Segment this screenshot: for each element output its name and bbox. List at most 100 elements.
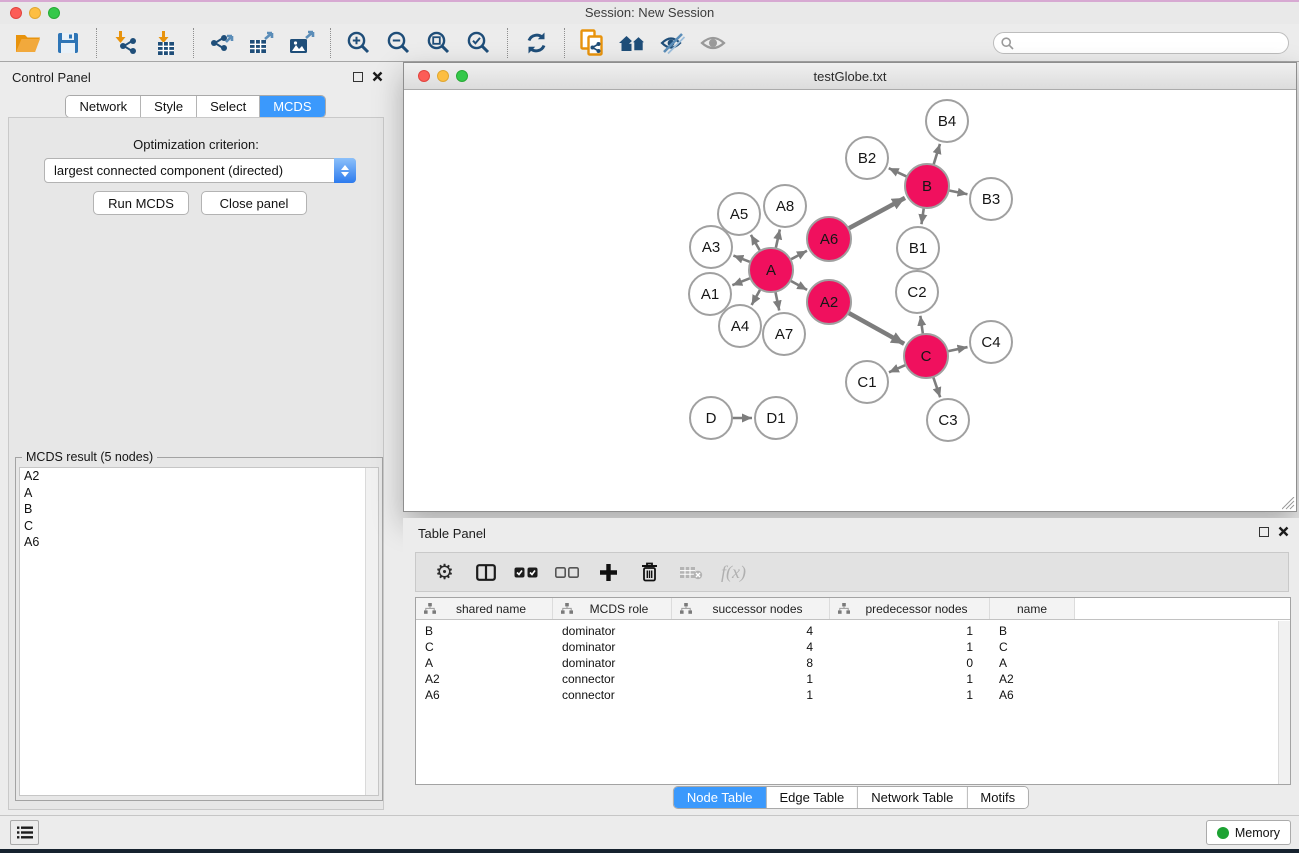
graph-edge-C-C1[interactable]: [889, 364, 908, 372]
graph-node-C4[interactable]: C4: [970, 321, 1012, 363]
graph-edge-B-B2[interactable]: [889, 168, 909, 177]
tab-select[interactable]: Select: [197, 96, 260, 117]
create-new-column-icon[interactable]: [590, 556, 627, 588]
save-session-icon[interactable]: [48, 27, 88, 59]
graph-edge-A2-C[interactable]: [846, 312, 904, 344]
show-graphics-details-icon[interactable]: [693, 27, 733, 59]
tab-node-table[interactable]: Node Table: [674, 787, 767, 808]
table-row[interactable]: Adominator80A: [416, 655, 1290, 671]
graph-node-C2[interactable]: C2: [896, 271, 938, 313]
tab-motifs[interactable]: Motifs: [967, 787, 1028, 808]
export-table-icon[interactable]: [242, 27, 282, 59]
graph-node-A1[interactable]: A1: [689, 273, 731, 315]
network-window-titlebar[interactable]: testGlobe.txt: [404, 63, 1296, 90]
graph-edge-A-A8[interactable]: [775, 229, 780, 250]
graph-edge-A-A5[interactable]: [751, 235, 761, 253]
mcds-result-list[interactable]: A2ABCA6: [19, 467, 379, 796]
optimization-criterion-select[interactable]: largest connected component (directed): [44, 158, 356, 183]
graph-edge-A-A2[interactable]: [789, 280, 808, 290]
float-table-panel-icon[interactable]: [1259, 527, 1269, 537]
graph-edge-A-A4[interactable]: [752, 287, 762, 305]
graph-edge-A-A6[interactable]: [789, 251, 807, 261]
graph-edge-A6-B[interactable]: [847, 198, 905, 230]
graph-edge-A-A3[interactable]: [733, 256, 752, 263]
window-resize-grip[interactable]: [1282, 497, 1295, 510]
graph-edge-C-C3[interactable]: [933, 375, 941, 397]
table-settings-gear-icon[interactable]: ⚙: [426, 556, 463, 588]
tab-edge-table[interactable]: Edge Table: [766, 787, 858, 808]
list-item[interactable]: C: [20, 518, 378, 535]
graph-node-C[interactable]: C: [904, 334, 948, 378]
close-table-panel-icon[interactable]: [1278, 526, 1289, 537]
main-titlebar[interactable]: Session: New Session: [0, 2, 1299, 24]
unselect-all-columns-icon[interactable]: [549, 556, 586, 588]
graph-edge-B-B4[interactable]: [933, 144, 940, 167]
graph-node-A7[interactable]: A7: [763, 313, 805, 355]
table-row[interactable]: Cdominator41C: [416, 639, 1290, 655]
graph-edge-C-C4[interactable]: [946, 347, 968, 352]
export-network-icon[interactable]: [202, 27, 242, 59]
graph-node-D1[interactable]: D1: [755, 397, 797, 439]
graph-node-D[interactable]: D: [690, 397, 732, 439]
zoom-in-icon[interactable]: [339, 27, 379, 59]
network-canvas[interactable]: AA1A2A3A4A5A6A7A8BB1B2B3B4CC1C2C3C4DD1: [404, 90, 1296, 511]
graph-node-A2[interactable]: A2: [807, 280, 851, 324]
graph-node-A8[interactable]: A8: [764, 185, 806, 227]
graph-node-A3[interactable]: A3: [690, 226, 732, 268]
search-input[interactable]: [1018, 36, 1288, 50]
list-item[interactable]: A: [20, 485, 378, 502]
close-panel-icon[interactable]: [372, 71, 383, 82]
delete-columns-trash-icon[interactable]: [631, 556, 668, 588]
column-header-name[interactable]: name: [990, 598, 1075, 619]
graph-edge-A-A1[interactable]: [732, 277, 752, 285]
column-header-shared-name[interactable]: shared name: [416, 598, 553, 619]
graph-node-B4[interactable]: B4: [926, 100, 968, 142]
tab-network-table[interactable]: Network Table: [858, 787, 967, 808]
graph-node-A4[interactable]: A4: [719, 305, 761, 347]
graph-edge-C-C2[interactable]: [920, 316, 923, 336]
table-row[interactable]: Bdominator41B: [416, 623, 1290, 639]
search-field[interactable]: [993, 32, 1289, 54]
graph-node-B2[interactable]: B2: [846, 137, 888, 179]
list-item[interactable]: B: [20, 501, 378, 518]
graph-node-B3[interactable]: B3: [970, 178, 1012, 220]
list-item[interactable]: A2: [20, 468, 378, 485]
table-row[interactable]: A2connector11A2: [416, 671, 1290, 687]
node-table[interactable]: shared name MCDS role successor nodes pr…: [415, 597, 1291, 785]
table-row[interactable]: A6connector11A6: [416, 687, 1290, 703]
tab-mcds[interactable]: MCDS: [260, 96, 324, 117]
column-header-successor-nodes[interactable]: successor nodes: [672, 598, 830, 619]
graph-node-A5[interactable]: A5: [718, 193, 760, 235]
clone-network-icon[interactable]: [573, 27, 613, 59]
graph-node-C3[interactable]: C3: [927, 399, 969, 441]
network-view-window[interactable]: testGlobe.txt AA1A2A3A4A5A6A7A8BB1B2B3B4…: [403, 62, 1297, 512]
select-all-columns-icon[interactable]: [508, 556, 545, 588]
zoom-fit-content-icon[interactable]: [419, 27, 459, 59]
list-item[interactable]: A6: [20, 534, 378, 551]
graph-edge-B-B3[interactable]: [947, 190, 968, 194]
float-panel-icon[interactable]: [353, 72, 363, 82]
apply-preferred-layout-icon[interactable]: [516, 27, 556, 59]
open-session-icon[interactable]: [8, 27, 48, 59]
import-network-icon[interactable]: [105, 27, 145, 59]
zoom-out-icon[interactable]: [379, 27, 419, 59]
graph-node-A[interactable]: A: [749, 248, 793, 292]
show-network-overview-icon[interactable]: [613, 27, 653, 59]
zoom-selected-region-icon[interactable]: [459, 27, 499, 59]
tab-style[interactable]: Style: [141, 96, 197, 117]
column-header-predecessor-nodes[interactable]: predecessor nodes: [830, 598, 990, 619]
show-columns-icon[interactable]: [467, 556, 504, 588]
import-table-icon[interactable]: [145, 27, 185, 59]
hide-graphics-details-icon[interactable]: [653, 27, 693, 59]
close-panel-button[interactable]: Close panel: [201, 191, 307, 215]
result-list-scrollbar[interactable]: [365, 468, 378, 795]
task-history-button[interactable]: [10, 820, 39, 845]
graph-node-A6[interactable]: A6: [807, 217, 851, 261]
memory-button[interactable]: Memory: [1206, 820, 1291, 845]
graph-node-B1[interactable]: B1: [897, 227, 939, 269]
table-scrollbar[interactable]: [1278, 621, 1290, 784]
export-image-icon[interactable]: [282, 27, 322, 59]
column-header-mcds-role[interactable]: MCDS role: [553, 598, 672, 619]
tab-network[interactable]: Network: [66, 96, 141, 117]
run-mcds-button[interactable]: Run MCDS: [93, 191, 189, 215]
